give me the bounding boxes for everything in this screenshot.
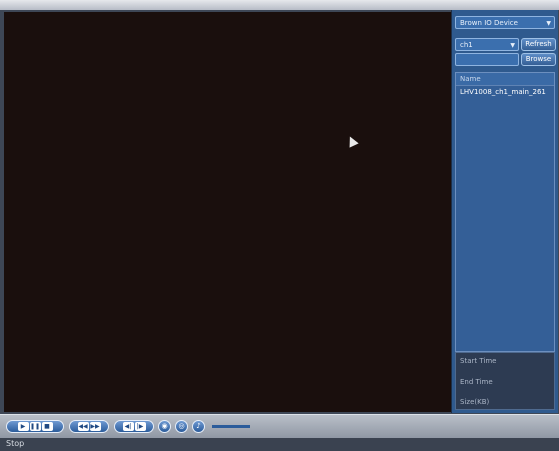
chevron-down-icon: ▼ (546, 20, 551, 27)
prev-frame-icon[interactable]: ◀| (122, 422, 134, 431)
title-bar (0, 0, 559, 10)
play-pause-stop-group: ▶ ❚❚ ■ (6, 420, 64, 433)
mouse-cursor-icon (345, 134, 359, 148)
status-text: Stop (6, 439, 25, 448)
frame-step-group: ◀| |▶ (114, 420, 154, 433)
recording-file-list: Name LHV1008_ch1_main_261 (455, 72, 555, 352)
camera-select[interactable]: Brown IO Device ▼ (455, 16, 555, 29)
start-time-label: Start Time (460, 357, 497, 365)
audio-icon[interactable]: ♪ (192, 420, 205, 433)
slow-icon[interactable]: ◀◀ (77, 422, 89, 431)
next-frame-icon[interactable]: |▶ (134, 422, 146, 431)
size-label: Size(KB) (460, 398, 490, 406)
browse-button[interactable]: Browse (521, 53, 556, 66)
stop-icon[interactable]: ■ (41, 422, 53, 431)
status-bar: Stop (0, 438, 559, 451)
clip-icon[interactable]: ◎ (175, 420, 188, 433)
list-header-name: Name (456, 73, 554, 86)
list-item[interactable]: LHV1008_ch1_main_261 (456, 86, 554, 98)
volume-slider[interactable] (212, 425, 250, 428)
video-display[interactable] (4, 12, 451, 412)
channel-select-value: ch1 (460, 41, 473, 49)
path-field[interactable] (455, 53, 519, 66)
end-time-label: End Time (460, 378, 493, 386)
snapshot-icon[interactable]: ◉ (158, 420, 171, 433)
fast-icon[interactable]: ▶▶ (89, 422, 101, 431)
speed-group: ◀◀ ▶▶ (69, 420, 109, 433)
refresh-button[interactable]: Refresh (521, 38, 556, 51)
playback-toolbar: ▶ ❚❚ ■ ◀◀ ▶▶ ◀| |▶ ◉ ◎ ♪ (0, 414, 559, 439)
pause-icon[interactable]: ❚❚ (29, 422, 41, 431)
play-icon[interactable]: ▶ (17, 422, 29, 431)
channel-select[interactable]: ch1 ▼ (455, 38, 519, 51)
camera-select-value: Brown IO Device (460, 19, 518, 27)
file-details: Start Time End Time Size(KB) (455, 352, 555, 410)
chevron-down-icon: ▼ (510, 42, 515, 49)
